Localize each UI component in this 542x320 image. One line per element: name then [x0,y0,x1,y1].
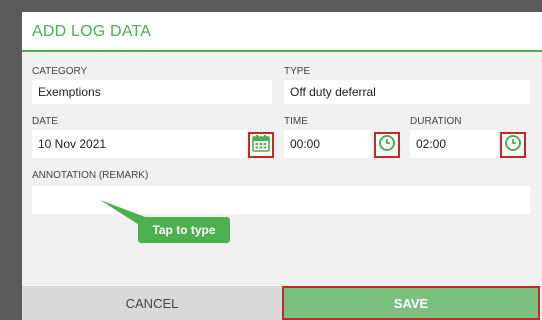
type-label: TYPE [284,66,311,77]
category-label: CATEGORY [32,66,88,77]
calendar-button[interactable] [248,132,274,158]
time-label: TIME [284,116,308,127]
duration-clock-button[interactable] [500,132,526,158]
time-clock-button[interactable] [374,132,400,158]
duration-field[interactable]: 02:00 [410,130,498,158]
category-select[interactable]: Exemptions [32,80,272,104]
time-field[interactable]: 00:00 [284,130,372,158]
dialog-title-bar: ADD LOG DATA [22,12,542,52]
tap-to-type-callout: Tap to type [138,217,230,243]
type-select[interactable]: Off duty deferral [284,80,530,104]
button-bar: CANCEL SAVE [22,286,542,320]
dialog-title: ADD LOG DATA [32,23,152,40]
add-log-data-dialog: ADD LOG DATA CATEGORY Exemptions TYPE Of… [22,12,542,320]
date-field[interactable]: 10 Nov 2021 [32,130,246,158]
clock-icon [378,134,396,157]
date-label: DATE [32,116,58,127]
cancel-button[interactable]: CANCEL [22,286,282,320]
save-button[interactable]: SAVE [282,286,540,320]
clock-icon [504,134,522,157]
duration-label: DURATION [410,116,462,127]
annotation-label: ANNOTATION (REMARK) [32,170,149,181]
calendar-icon [252,134,270,157]
